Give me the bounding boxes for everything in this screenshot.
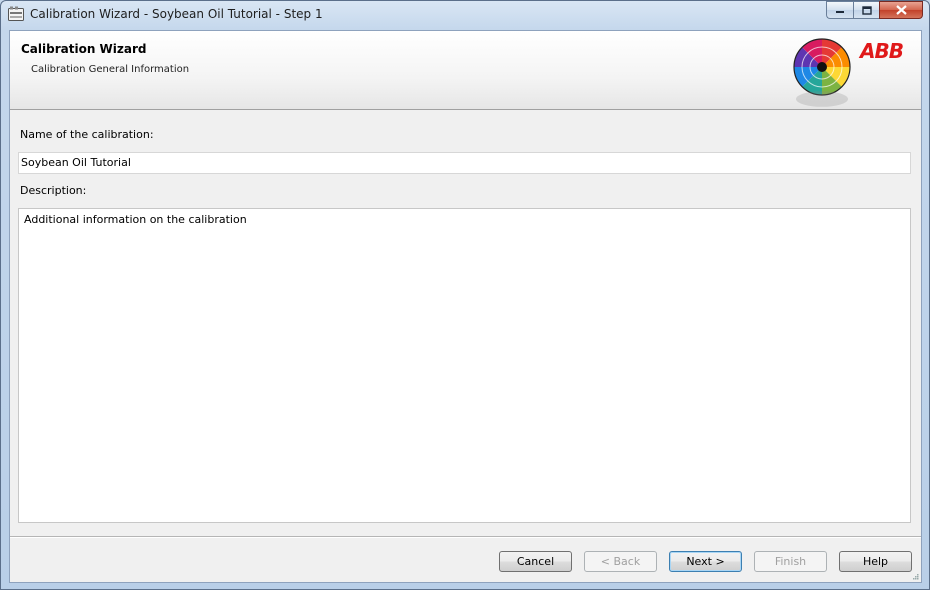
color-wheel-icon <box>793 38 851 107</box>
help-button[interactable]: Help <box>839 551 912 572</box>
close-button[interactable] <box>879 1 923 19</box>
back-button[interactable]: < Back <box>584 551 657 572</box>
app-icon <box>8 6 24 21</box>
wizard-client-area: Calibration Wizard Calibration General I… <box>9 30 922 583</box>
maximize-button[interactable] <box>853 1 879 19</box>
window-title: Calibration Wizard - Soybean Oil Tutoria… <box>30 7 323 21</box>
next-button[interactable]: Next > <box>669 551 742 572</box>
resize-grip-icon[interactable] <box>911 572 919 580</box>
page-title: Calibration Wizard <box>21 42 147 56</box>
minimize-button[interactable] <box>826 1 853 19</box>
maximize-icon <box>861 5 872 15</box>
cancel-button[interactable]: Cancel <box>499 551 572 572</box>
footer-divider <box>10 536 921 538</box>
abb-logo: ABB <box>860 39 904 63</box>
page-subtitle: Calibration General Information <box>31 64 190 75</box>
finish-button[interactable]: Finish <box>754 551 827 572</box>
close-icon <box>895 5 907 15</box>
calibration-name-input[interactable]: Soybean Oil Tutorial <box>18 152 911 174</box>
minimize-icon <box>836 11 844 13</box>
name-label: Name of the calibration: <box>20 128 154 141</box>
description-label: Description: <box>20 184 87 197</box>
caption-buttons <box>826 1 923 21</box>
wizard-header: Calibration Wizard Calibration General I… <box>10 31 921 110</box>
description-textarea[interactable]: Additional information on the calibratio… <box>18 208 911 523</box>
wizard-window: Calibration Wizard - Soybean Oil Tutoria… <box>0 0 930 590</box>
title-bar[interactable]: Calibration Wizard - Soybean Oil Tutoria… <box>1 1 929 29</box>
